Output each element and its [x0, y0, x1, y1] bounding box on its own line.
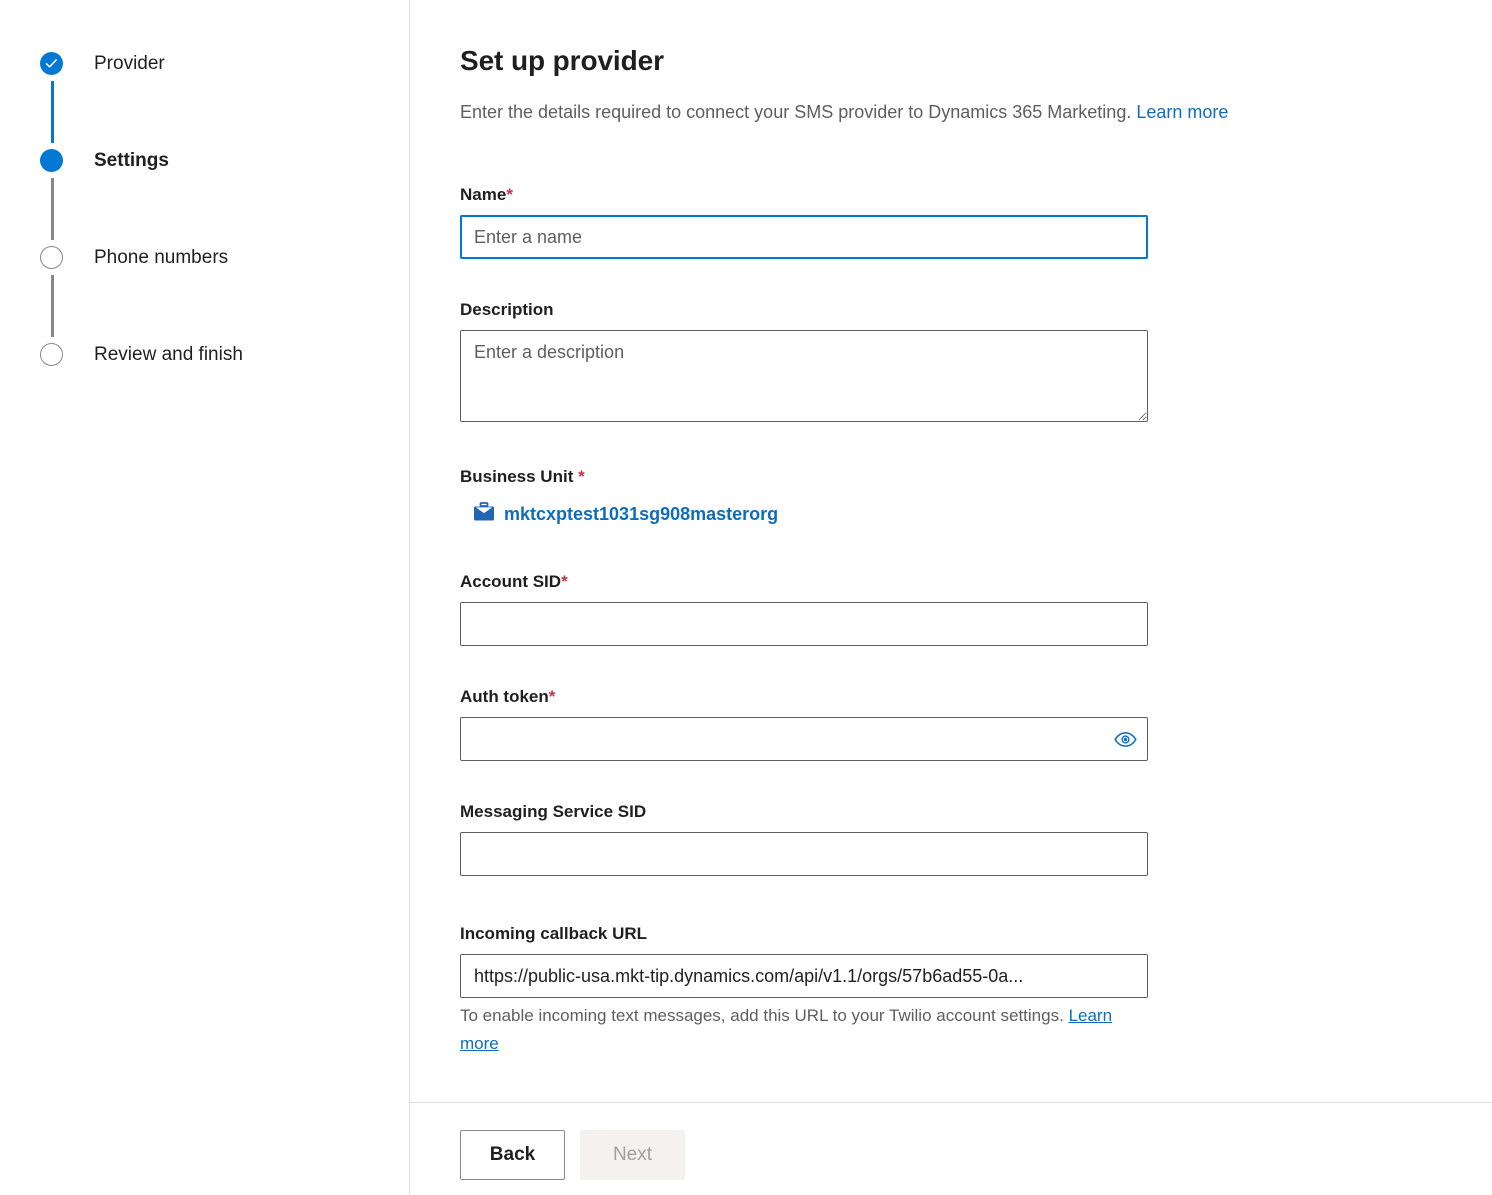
field-auth-token: Auth token* [460, 686, 1492, 761]
step-marker-provider [40, 52, 64, 143]
step-connector-2 [51, 178, 54, 240]
field-description-label: Description [460, 300, 554, 319]
empty-circle-icon [40, 246, 63, 269]
wizard-footer: Back Next [410, 1102, 1492, 1195]
eye-icon[interactable] [1112, 726, 1138, 752]
field-description: Description [460, 299, 1492, 422]
briefcase-icon [473, 501, 495, 527]
next-button[interactable]: Next [580, 1130, 685, 1180]
sidebar-item-label: Review and finish [94, 344, 243, 365]
field-business-unit: Business Unit * mktcxptest1031sg908maste… [460, 466, 1492, 531]
sidebar-item-label: Provider [94, 53, 165, 74]
name-input[interactable] [460, 215, 1148, 259]
sidebar-item-phone-numbers[interactable]: Phone numbers [0, 246, 409, 343]
field-account-sid-label-text: Account SID [460, 572, 562, 591]
field-account-sid-label: Account SID* [460, 571, 1492, 593]
required-asterisk: * [561, 572, 568, 591]
learn-more-link[interactable]: Learn more [1136, 102, 1228, 122]
auth-token-input[interactable] [460, 717, 1148, 761]
field-account-sid: Account SID* [460, 571, 1492, 646]
business-unit-lookup-value[interactable]: mktcxptest1031sg908masterorg [460, 497, 1492, 531]
field-auth-token-label: Auth token* [460, 686, 1492, 708]
sidebar-item-label: Phone numbers [94, 247, 229, 268]
incoming-callback-url-input[interactable] [460, 954, 1148, 998]
wizard-stepper-sidebar: Provider Settings Phone numbers Review a… [0, 0, 410, 1195]
back-button[interactable]: Back [460, 1130, 565, 1180]
field-messaging-service-sid: Messaging Service SID [460, 801, 1492, 876]
auth-token-input-wrapper [460, 717, 1148, 761]
required-asterisk: * [548, 687, 556, 706]
required-asterisk: * [506, 185, 513, 204]
step-marker-phone-numbers [40, 246, 64, 337]
field-incoming-callback-url-label: Incoming callback URL [460, 924, 648, 943]
sidebar-item-review-and-finish[interactable]: Review and finish [0, 343, 409, 367]
field-business-unit-label-text: Business Unit [460, 467, 579, 486]
sidebar-item-provider[interactable]: Provider [0, 52, 409, 149]
field-auth-token-label-text: Auth token [460, 687, 549, 706]
business-unit-value[interactable]: mktcxptest1031sg908masterorg [504, 504, 778, 524]
setup-provider-wizard: Provider Settings Phone numbers Review a… [0, 0, 1492, 1195]
field-incoming-callback-url: Incoming callback URL To enable incoming… [460, 923, 1492, 1058]
check-circle-icon [40, 52, 63, 75]
form-scroll-region: Set up provider Enter the details requir… [410, 0, 1492, 1102]
incoming-callback-url-help: To enable incoming text messages, add th… [460, 1002, 1150, 1058]
page-subtitle: Enter the details required to connect yo… [460, 100, 1492, 124]
step-connector-3 [51, 275, 54, 337]
field-name-label-text: Name [460, 185, 507, 204]
empty-circle-icon [40, 343, 63, 366]
step-connector-1 [51, 81, 54, 143]
stepper: Provider Settings Phone numbers Review a… [0, 52, 409, 367]
description-textarea[interactable] [460, 330, 1148, 422]
step-marker-review-and-finish [40, 343, 64, 367]
incoming-callback-url-help-text: To enable incoming text messages, add th… [460, 1006, 1064, 1025]
sidebar-item-label: Settings [94, 150, 169, 171]
field-name: Name* [460, 184, 1492, 259]
step-marker-settings [40, 149, 64, 240]
field-name-label: Name* [460, 184, 1492, 206]
required-asterisk: * [578, 467, 585, 486]
page-subtitle-text: Enter the details required to connect yo… [460, 102, 1132, 122]
page-title: Set up provider [460, 45, 664, 76]
account-sid-input[interactable] [460, 602, 1148, 646]
wizard-main-panel: Set up provider Enter the details requir… [410, 0, 1492, 1195]
filled-circle-icon [40, 149, 63, 172]
field-business-unit-label: Business Unit * [460, 466, 1492, 488]
field-messaging-service-sid-label: Messaging Service SID [460, 802, 647, 821]
sidebar-item-settings[interactable]: Settings [0, 149, 409, 246]
messaging-service-sid-input[interactable] [460, 832, 1148, 876]
